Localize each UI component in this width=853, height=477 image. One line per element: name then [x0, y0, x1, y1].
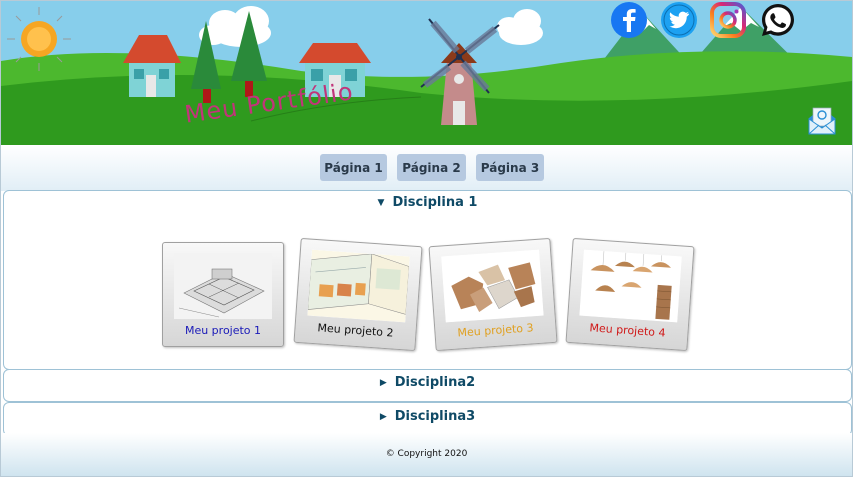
- project-image-3: [441, 249, 544, 323]
- section-disciplina-1: ▼ Disciplina 1 Meu projeto 1 Meu projeto…: [3, 190, 852, 370]
- page: Meu Portfólio Página 1 Página 2 Página 3…: [0, 0, 853, 477]
- copyright-text: © Copyright 2020: [385, 449, 468, 459]
- project-image-4: [579, 249, 682, 323]
- project-card-4[interactable]: Meu projeto 4: [565, 237, 695, 352]
- project-caption-4: Meu projeto 4: [589, 321, 666, 340]
- section-disciplina-2: ▶ Disciplina2: [3, 369, 852, 402]
- project-image-1: [174, 253, 272, 319]
- nav-button-pagina-3[interactable]: Página 3: [476, 154, 544, 181]
- header-banner: Meu Portfólio: [1, 1, 852, 145]
- triangle-right-icon: ▶: [379, 378, 387, 388]
- triangle-down-icon: ▼: [377, 198, 385, 208]
- project-caption-2: Meu projeto 2: [317, 321, 394, 340]
- whatsapp-icon[interactable]: [759, 1, 797, 39]
- project-card-3[interactable]: Meu projeto 3: [428, 237, 558, 352]
- section-header-disciplina-2[interactable]: ▶ Disciplina2: [4, 375, 851, 390]
- section-title: Disciplina2: [394, 375, 476, 390]
- section-disciplina-3: ▶ Disciplina3: [3, 402, 852, 436]
- instagram-icon[interactable]: [709, 1, 747, 39]
- facebook-icon[interactable]: [610, 1, 648, 39]
- project-caption-3: Meu projeto 3: [457, 321, 534, 340]
- project-card-1[interactable]: Meu projeto 1: [162, 242, 284, 347]
- navigation-bar: Página 1 Página 2 Página 3: [1, 145, 852, 191]
- project-caption-1: Meu projeto 1: [184, 324, 262, 337]
- project-card-2[interactable]: Meu projeto 2: [293, 237, 423, 352]
- nav-button-pagina-1[interactable]: Página 1: [320, 154, 387, 181]
- footer: © Copyright 2020: [1, 433, 852, 476]
- nav-button-pagina-2[interactable]: Página 2: [397, 154, 466, 181]
- project-image-2: [307, 249, 410, 323]
- section-title: Disciplina3: [394, 409, 476, 424]
- section-header-disciplina-1[interactable]: ▼ Disciplina 1: [4, 195, 851, 210]
- section-header-disciplina-3[interactable]: ▶ Disciplina3: [4, 409, 851, 424]
- twitter-icon[interactable]: [660, 1, 698, 39]
- section-title: Disciplina 1: [392, 195, 478, 210]
- triangle-right-icon: ▶: [379, 412, 387, 422]
- email-icon[interactable]: [805, 102, 839, 138]
